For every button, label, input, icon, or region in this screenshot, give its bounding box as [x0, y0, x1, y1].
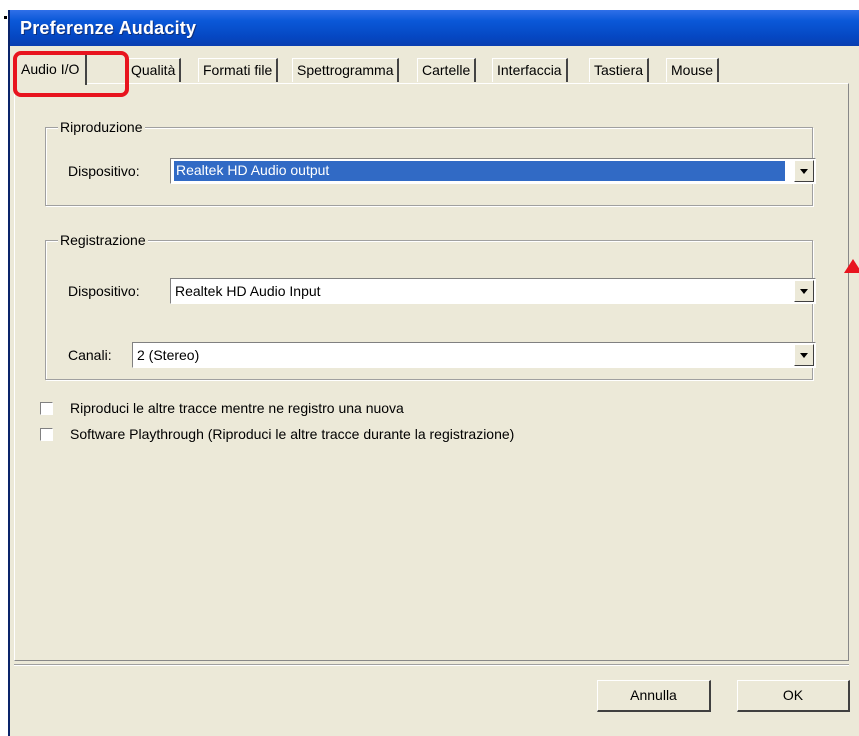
tab-cartelle[interactable]: Cartelle	[417, 58, 477, 82]
recording-device-value: Realtek HD Audio Input	[175, 283, 321, 299]
recording-group-label: Registrazione	[58, 231, 148, 249]
title-bar[interactable]: Preferenze Audacity	[10, 10, 859, 46]
window-title: Preferenze Audacity	[20, 18, 197, 38]
tab-qualita[interactable]: Qualità	[126, 58, 182, 82]
tab-panel-audio-io: Riproduzione Dispositivo: Realtek HD Aud…	[14, 83, 849, 661]
tab-formati-file[interactable]: Formati file	[198, 58, 279, 82]
tab-tastiera[interactable]: Tastiera	[589, 58, 650, 82]
recording-device-select[interactable]: Realtek HD Audio Input	[170, 278, 816, 304]
playback-device-label: Dispositivo:	[68, 163, 140, 179]
tab-mouse[interactable]: Mouse	[666, 58, 720, 82]
chevron-down-icon[interactable]	[794, 280, 814, 302]
playback-device-select[interactable]: Realtek HD Audio output	[170, 158, 816, 184]
annotation-highlight-box	[13, 51, 129, 97]
playback-device-value: Realtek HD Audio output	[174, 161, 785, 181]
recording-channels-select[interactable]: 2 (Stereo)	[132, 342, 816, 368]
edge-mark	[4, 16, 7, 19]
recording-channels-value: 2 (Stereo)	[137, 347, 200, 363]
playback-group-label: Riproduzione	[58, 118, 145, 136]
recording-group: Registrazione Dispositivo: Realtek HD Au…	[45, 231, 816, 380]
ok-button[interactable]: OK	[737, 680, 850, 712]
chevron-down-icon[interactable]	[794, 344, 814, 366]
overdub-checkbox[interactable]	[40, 402, 53, 415]
software-playthrough-checkbox[interactable]	[40, 428, 53, 441]
cancel-button[interactable]: Annulla	[597, 680, 711, 712]
software-playthrough-label: Software Playthrough (Riproduci le altre…	[70, 426, 515, 442]
annotation-arrow-icon	[844, 259, 859, 273]
tab-spettrogramma[interactable]: Spettrogramma	[292, 58, 400, 82]
chevron-down-icon[interactable]	[794, 160, 814, 182]
playback-group: Riproduzione Dispositivo: Realtek HD Aud…	[45, 118, 816, 206]
recording-channels-label: Canali:	[68, 347, 112, 363]
recording-device-label: Dispositivo:	[68, 283, 140, 299]
footer-divider-highlight	[14, 665, 849, 666]
overdub-label: Riproduci le altre tracce mentre ne regi…	[70, 400, 404, 416]
tab-interfaccia[interactable]: Interfaccia	[492, 58, 568, 82]
